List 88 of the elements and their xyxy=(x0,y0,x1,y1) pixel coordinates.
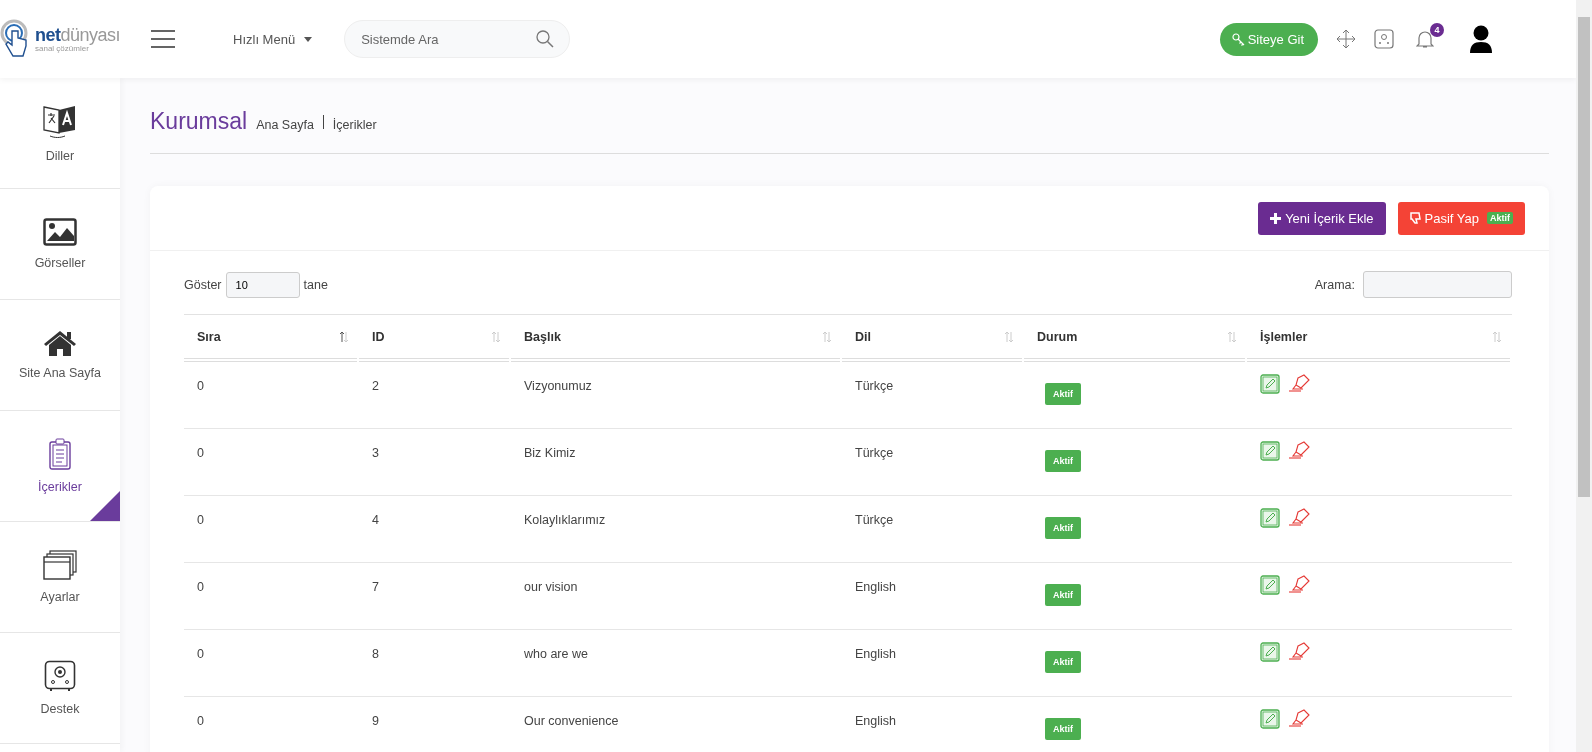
table-cell: Türkçe xyxy=(855,446,894,460)
table-cell: English xyxy=(855,714,896,728)
edit-icon[interactable] xyxy=(1260,374,1280,394)
breadcrumb-link[interactable]: Ana Sayfa xyxy=(256,118,314,132)
status-badge: Aktif xyxy=(1045,383,1081,405)
thumbs-down-icon xyxy=(1409,212,1421,224)
column-header[interactable]: Durum xyxy=(1024,315,1245,362)
status-badge: Aktif xyxy=(1045,517,1081,539)
table-cell: Türkçe xyxy=(855,379,894,393)
table-cell: 0 xyxy=(197,714,204,728)
sort-icon[interactable] xyxy=(339,330,349,343)
deactivate-button[interactable]: Pasif Yap Aktif xyxy=(1397,201,1525,235)
table-cell: who are we xyxy=(524,647,588,661)
show-label: Göster xyxy=(184,277,222,292)
table-cell: 0 xyxy=(197,580,204,594)
sidebar-item[interactable]: Görseller xyxy=(0,189,120,300)
bell-icon[interactable] xyxy=(1416,29,1434,49)
table-cell: 4 xyxy=(372,513,379,527)
page-size-field[interactable]: 10 xyxy=(225,271,300,298)
table-cell: Türkçe xyxy=(855,513,894,527)
column-header[interactable]: İşlemler xyxy=(1247,315,1510,362)
sidebar-item[interactable]: Site Ana Sayfa xyxy=(0,300,120,411)
eraser-icon[interactable] xyxy=(1288,508,1310,528)
table-cell: 8 xyxy=(372,647,379,661)
eraser-icon[interactable] xyxy=(1288,441,1310,461)
caret-icon xyxy=(304,36,313,42)
edit-icon[interactable] xyxy=(1260,642,1280,662)
table-cell: 0 xyxy=(197,446,204,460)
table-cell: English xyxy=(855,647,896,661)
key-icon xyxy=(1231,32,1245,46)
fullscreen-arrows-icon[interactable] xyxy=(1336,29,1356,49)
edit-icon[interactable] xyxy=(1260,508,1280,528)
entries-label: tane xyxy=(303,277,328,292)
translate-icon xyxy=(42,103,78,139)
column-header[interactable]: Başlık xyxy=(511,315,840,362)
column-header[interactable]: Dil xyxy=(842,315,1022,362)
eraser-icon[interactable] xyxy=(1288,575,1310,595)
breadcrumb-separator xyxy=(322,114,324,129)
table-cell: Our convenience xyxy=(524,714,619,728)
table-cell: 0 xyxy=(197,647,204,661)
sidebar-item[interactable]: İçerikler xyxy=(0,411,120,522)
brand-tagline: sanal çözümler xyxy=(35,44,89,53)
table-cell: 9 xyxy=(372,714,379,728)
brand-name: netdünyası xyxy=(35,25,121,44)
page-title: Kurumsal xyxy=(150,108,248,135)
eraser-icon[interactable] xyxy=(1288,374,1310,394)
sidebar-item[interactable]: Diller xyxy=(0,78,120,189)
table-cell: 2 xyxy=(372,379,379,393)
status-badge: Aktif xyxy=(1045,651,1081,673)
safe-icon xyxy=(44,660,76,692)
quick-menu-dropdown[interactable]: Hızlı Menü xyxy=(233,31,313,47)
edit-icon[interactable] xyxy=(1260,575,1280,595)
clipboard-icon xyxy=(49,438,71,470)
status-badge: Aktif xyxy=(1045,450,1081,472)
scrollbar[interactable] xyxy=(1576,0,1592,752)
edit-icon[interactable] xyxy=(1260,709,1280,729)
table-cell: 0 xyxy=(197,379,204,393)
table-cell: our vision xyxy=(524,580,578,594)
add-content-button[interactable]: Yeni İçerik Ekle xyxy=(1258,201,1386,235)
plus-icon xyxy=(1270,212,1282,224)
stacked-windows-icon xyxy=(43,550,77,580)
table-cell: Vizyonumuz xyxy=(524,379,592,393)
user-avatar-icon[interactable] xyxy=(1470,25,1492,53)
table-cell: Biz Kimiz xyxy=(524,446,576,460)
status-badge: Aktif xyxy=(1045,584,1081,606)
breadcrumb-link[interactable]: İçerikler xyxy=(332,118,377,132)
table-cell: 7 xyxy=(372,580,379,594)
column-header[interactable]: ID xyxy=(359,315,509,362)
table-search-field[interactable] xyxy=(1363,271,1512,298)
menu-icon[interactable] xyxy=(150,30,176,48)
eraser-icon[interactable] xyxy=(1288,709,1310,729)
search-field[interactable]: Sistemde Ara xyxy=(344,20,571,58)
edit-icon[interactable] xyxy=(1260,441,1280,461)
sidebar-item[interactable]: Destek xyxy=(0,633,120,744)
image-icon xyxy=(43,218,77,246)
table-cell: English xyxy=(855,580,896,594)
search-label: Arama: xyxy=(1314,277,1355,292)
eraser-icon[interactable] xyxy=(1288,642,1310,662)
table-cell: Kolaylıklarımız xyxy=(524,513,606,527)
notification-badge: 4 xyxy=(1430,23,1444,37)
sidebar-item[interactable]: Ayarlar xyxy=(0,522,120,633)
safe-icon[interactable] xyxy=(1374,29,1394,49)
table-cell: 3 xyxy=(372,446,379,460)
search-icon[interactable] xyxy=(536,30,555,48)
table-cell: 0 xyxy=(197,513,204,527)
column-header[interactable]: Sıra xyxy=(184,315,357,362)
status-badge: Aktif xyxy=(1045,718,1081,740)
home-icon xyxy=(43,330,77,356)
